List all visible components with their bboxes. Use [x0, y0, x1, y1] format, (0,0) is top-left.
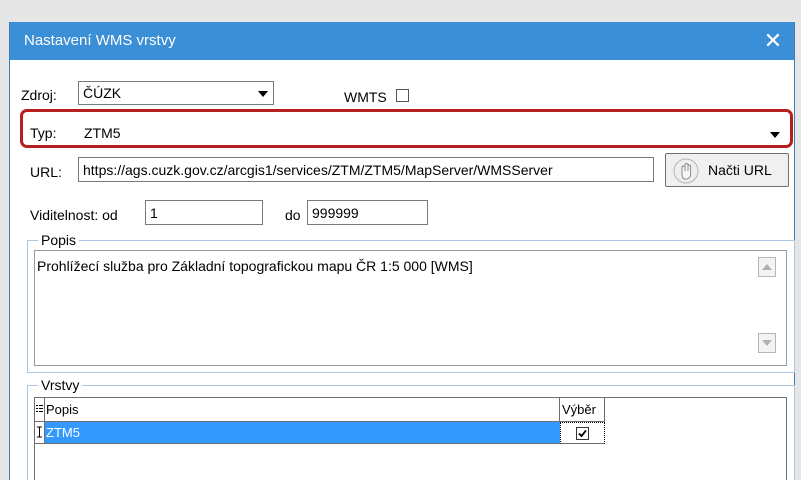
layer-select-checkbox[interactable]: [576, 427, 589, 440]
screen: { "window": { "title": "Nastavení WMS vr…: [0, 0, 801, 480]
column-list-icon: [36, 405, 43, 412]
scroll-up-arrow-icon: [762, 264, 772, 270]
visibility-from-value: 1: [150, 205, 158, 221]
scroll-up-button[interactable]: [758, 257, 776, 277]
wmts-checkbox[interactable]: [396, 89, 409, 102]
row-selection-cell[interactable]: [560, 422, 605, 444]
description-textarea[interactable]: Prohlížecí služba pro Základní topografi…: [34, 250, 787, 366]
url-value: https://ags.cuzk.gov.cz/arcgis1/services…: [83, 162, 553, 178]
hand-pointer-icon: [673, 158, 699, 184]
wmts-label: WMTS: [344, 89, 387, 105]
url-label: URL:: [30, 164, 62, 180]
load-url-button[interactable]: Načti URL: [665, 153, 789, 187]
title-bar: Nastavení WMS vrstvy ✕: [10, 22, 794, 60]
checkmark-icon: [578, 429, 587, 438]
source-label: Zdroj:: [21, 87, 57, 103]
layers-group-label: Vrstvy: [38, 377, 83, 393]
table-row[interactable]: ZTM5: [45, 422, 560, 444]
visibility-from-label: Viditelnost: od: [30, 207, 118, 223]
type-select[interactable]: ZTM5: [78, 119, 788, 143]
column-header-popis[interactable]: Popis: [45, 398, 560, 422]
source-value: ČÚZK: [83, 85, 122, 101]
text-cursor-icon: [37, 426, 42, 438]
description-text: Prohlížecí služba pro Základní topografi…: [37, 258, 473, 274]
source-select[interactable]: ČÚZK: [78, 81, 274, 105]
layers-grid: Popis Výběr ZTM5: [34, 397, 787, 480]
chevron-down-icon: [770, 132, 780, 138]
visibility-to-input[interactable]: 999999: [307, 200, 428, 225]
row-indicator: [35, 422, 45, 444]
description-group-label: Popis: [38, 232, 80, 248]
visibility-to-value: 999999: [312, 205, 359, 221]
column-header-vyber[interactable]: Výběr: [560, 398, 605, 422]
column-menu-cell[interactable]: [35, 398, 45, 422]
visibility-to-label: do: [285, 207, 301, 223]
close-icon[interactable]: ✕: [758, 26, 788, 56]
scroll-down-arrow-icon: [762, 340, 772, 346]
url-input[interactable]: https://ags.cuzk.gov.cz/arcgis1/services…: [78, 157, 654, 182]
chevron-down-icon: [258, 91, 268, 97]
type-value: ZTM5: [84, 125, 121, 141]
visibility-from-input[interactable]: 1: [145, 200, 263, 225]
scroll-down-button[interactable]: [758, 333, 776, 353]
window-title: Nastavení WMS vrstvy: [24, 32, 176, 49]
load-url-label: Načti URL: [708, 162, 772, 178]
type-label: Typ:: [30, 125, 57, 141]
